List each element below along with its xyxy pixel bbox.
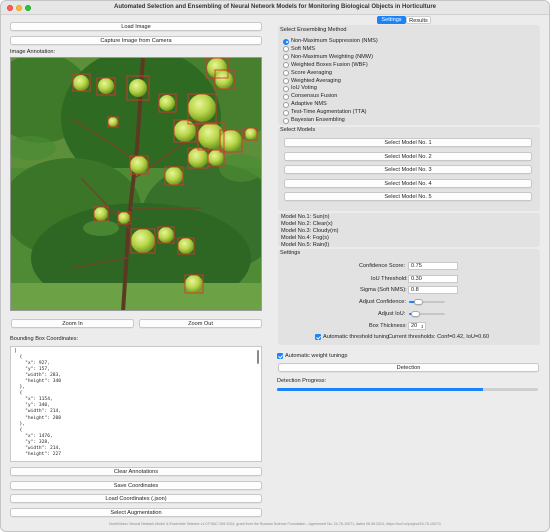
tab-settings[interactable]: Settings <box>377 16 406 24</box>
ensembling-method-label: Consensus Fusion <box>291 93 338 100</box>
select-augmentation-button[interactable]: Select Augmentation <box>10 508 262 517</box>
iou-threshold-label: IoU Threshold: <box>371 276 408 282</box>
ensembling-method-radio[interactable] <box>283 78 289 84</box>
window-title: Automated Selection and Ensembling of Ne… <box>113 4 437 10</box>
footer-credits: NorthVision: Neural Network Model & Ense… <box>109 522 441 526</box>
bbox-coordinates-label: Bounding Box Coordinates: <box>10 336 79 342</box>
iou-threshold-input[interactable]: 0.30 <box>408 275 458 283</box>
ensembling-method-label: Non-Maximum Weighting (NMW) <box>291 53 373 60</box>
select-model-3-button[interactable]: Select Model No. 3 <box>284 165 532 174</box>
detection-progress-fill <box>277 388 484 391</box>
coords-scrollbar[interactable] <box>256 350 259 364</box>
ensembling-method-label: Bayesian Ensembling <box>291 117 345 123</box>
adjust-confidence-slider[interactable] <box>409 299 445 305</box>
ensembling-method-label: Weighted Boxes Fusion (WBF) <box>291 61 368 68</box>
ensembling-section-label: Select Ensembling Method <box>280 27 347 33</box>
auto-threshold-label: Automatic threshold tuning <box>323 334 390 340</box>
box-thickness-label: Box Thickness: <box>369 323 407 329</box>
assigned-model-1: Model No.1: Sun(n) <box>281 214 330 220</box>
title-bar: Automated Selection and Ensembling of Ne… <box>1 1 549 15</box>
assigned-model-5: Model No.5: Rain(l) <box>281 242 330 248</box>
ensembling-method-label: Test-Time Augmentation (TTA) <box>291 109 367 116</box>
adjust-confidence-knob[interactable] <box>414 299 424 305</box>
ensembling-method-radio[interactable] <box>283 117 289 124</box>
ensembling-method-radio[interactable] <box>283 93 289 100</box>
annotated-orchard-image[interactable] <box>10 57 262 311</box>
assigned-model-2: Model No.2: Clear(x) <box>281 221 333 227</box>
image-annotation-label: Image Annotation: <box>10 49 56 55</box>
ensembling-method-radio[interactable] <box>283 85 289 92</box>
assigned-model-4: Model No.4: Fog(s) <box>281 235 329 241</box>
detection-button[interactable]: Detection <box>278 363 539 372</box>
app-window: Automated Selection and Ensembling of Ne… <box>0 0 550 532</box>
box-thickness-value: 20 <box>411 323 418 329</box>
stepper-arrows-icon[interactable]: ⇕ <box>421 323 424 330</box>
clear-annotations-button[interactable]: Clear Annotations <box>10 467 262 476</box>
ensembling-method-label: Adaptive NMS <box>291 101 327 108</box>
ensembling-method-radio[interactable] <box>283 38 289 45</box>
select-model-5-button[interactable]: Select Model No. 5 <box>284 192 532 201</box>
detection-progress-bar <box>277 388 538 391</box>
capture-image-button[interactable]: Capture Image from Camera <box>10 36 262 45</box>
select-model-1-button[interactable]: Select Model No. 1 <box>284 138 532 147</box>
ensembling-method-label: IoU Voting <box>291 85 317 92</box>
adjust-iou-knob[interactable] <box>410 311 420 317</box>
detection-progress-label: Detection Progress: <box>277 378 327 384</box>
ensembling-method-radio[interactable] <box>283 101 289 108</box>
auto-weight-label: Automatic weight tuningp <box>285 353 348 359</box>
settings-section-label: Settings <box>280 250 301 256</box>
ensembling-method-label: Non-Maximum Suppression (NMS) <box>291 38 378 44</box>
zoom-out-button[interactable]: Zoom Out <box>139 319 262 328</box>
ensembling-method-radio[interactable] <box>283 109 289 116</box>
sigma-soft-nms-input[interactable]: 0.8 <box>408 286 458 294</box>
auto-threshold-status: Current thresholds: Conf=0.42, IoU=0.60 <box>388 334 490 340</box>
load-image-button[interactable]: Load Image <box>10 22 262 31</box>
ensembling-method-label: Weighted Averaging <box>291 77 341 84</box>
tab-results[interactable]: Results <box>406 16 431 24</box>
bbox-coordinates-textarea[interactable]: [ { "x": 927, "y": 157, "width": 283, "h… <box>10 346 262 462</box>
save-coordinates-button[interactable]: Save Coordinates <box>10 481 262 490</box>
assigned-model-3: Model No.3: Cloudy(m) <box>281 228 339 234</box>
ensembling-method-label: Soft NMS <box>291 45 315 52</box>
box-thickness-input[interactable]: 20 ⇕ <box>408 322 426 330</box>
confidence-score-label: Confidence Score: <box>359 263 406 269</box>
bbox-coordinates-text: [ { "x": 927, "y": 157, "width": 283, "h… <box>14 349 62 457</box>
load-coordinates-button[interactable]: Load Coordinates (.json) <box>10 494 262 503</box>
models-section-label: Select Models <box>280 127 316 133</box>
ensembling-method-label: Score Averaging <box>291 69 332 76</box>
confidence-score-input[interactable]: 0.75 <box>408 262 458 270</box>
select-model-4-button[interactable]: Select Model No. 4 <box>284 179 532 188</box>
zoom-in-button[interactable]: Zoom In <box>11 319 134 328</box>
auto-threshold-checkbox[interactable] <box>315 334 321 340</box>
select-model-2-button[interactable]: Select Model No. 2 <box>284 152 532 161</box>
auto-weight-checkbox[interactable] <box>277 353 283 359</box>
adjust-confidence-label: Adjust Confidence: <box>359 299 406 305</box>
adjust-iou-slider[interactable] <box>409 311 445 317</box>
adjust-iou-label: Adjust IoU: <box>378 311 406 317</box>
sigma-soft-nms-label: Sigma (Soft NMS): <box>360 287 407 293</box>
